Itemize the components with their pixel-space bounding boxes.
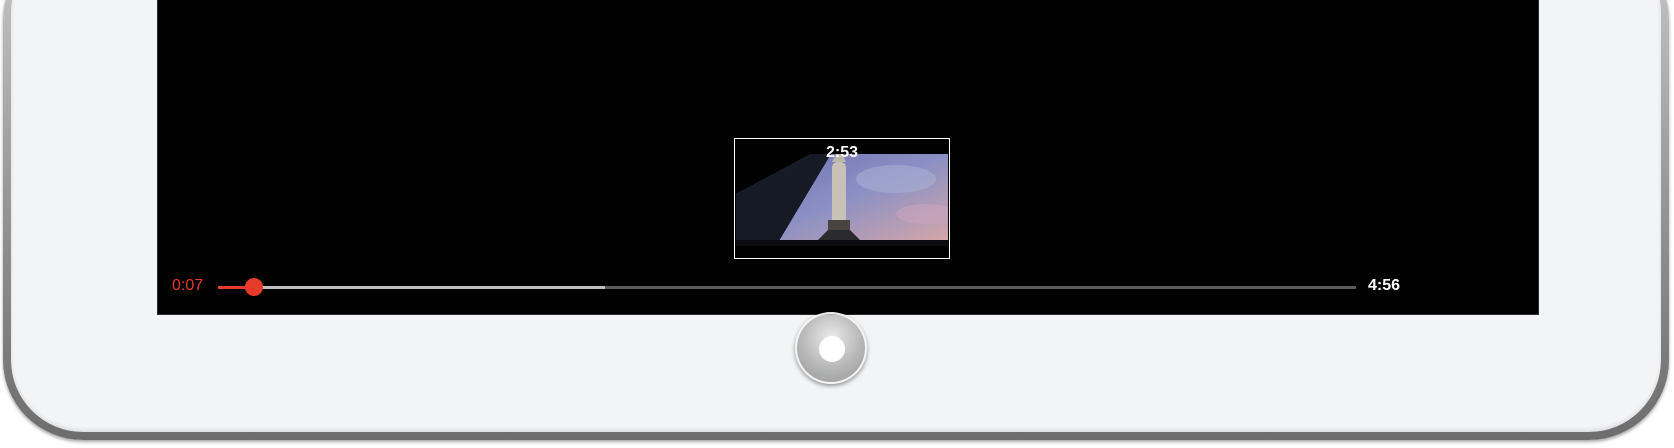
seek-preview-thumbnail: 2:53 (734, 138, 950, 259)
rocket-launch-thumbnail-icon (736, 154, 948, 246)
seek-bar[interactable] (218, 286, 1356, 289)
playhead-dot[interactable] (245, 278, 264, 296)
preview-time-label: 2:53 (825, 144, 859, 161)
current-time: 0:07 (172, 277, 204, 294)
scrub-handle-core (819, 336, 845, 362)
scrub-handle[interactable] (795, 312, 867, 384)
total-time: 4:56 (1368, 277, 1401, 294)
seek-bar-buffered (218, 286, 605, 289)
video-player-screen[interactable]: 2:53 0:07 4:56 (157, 0, 1539, 315)
